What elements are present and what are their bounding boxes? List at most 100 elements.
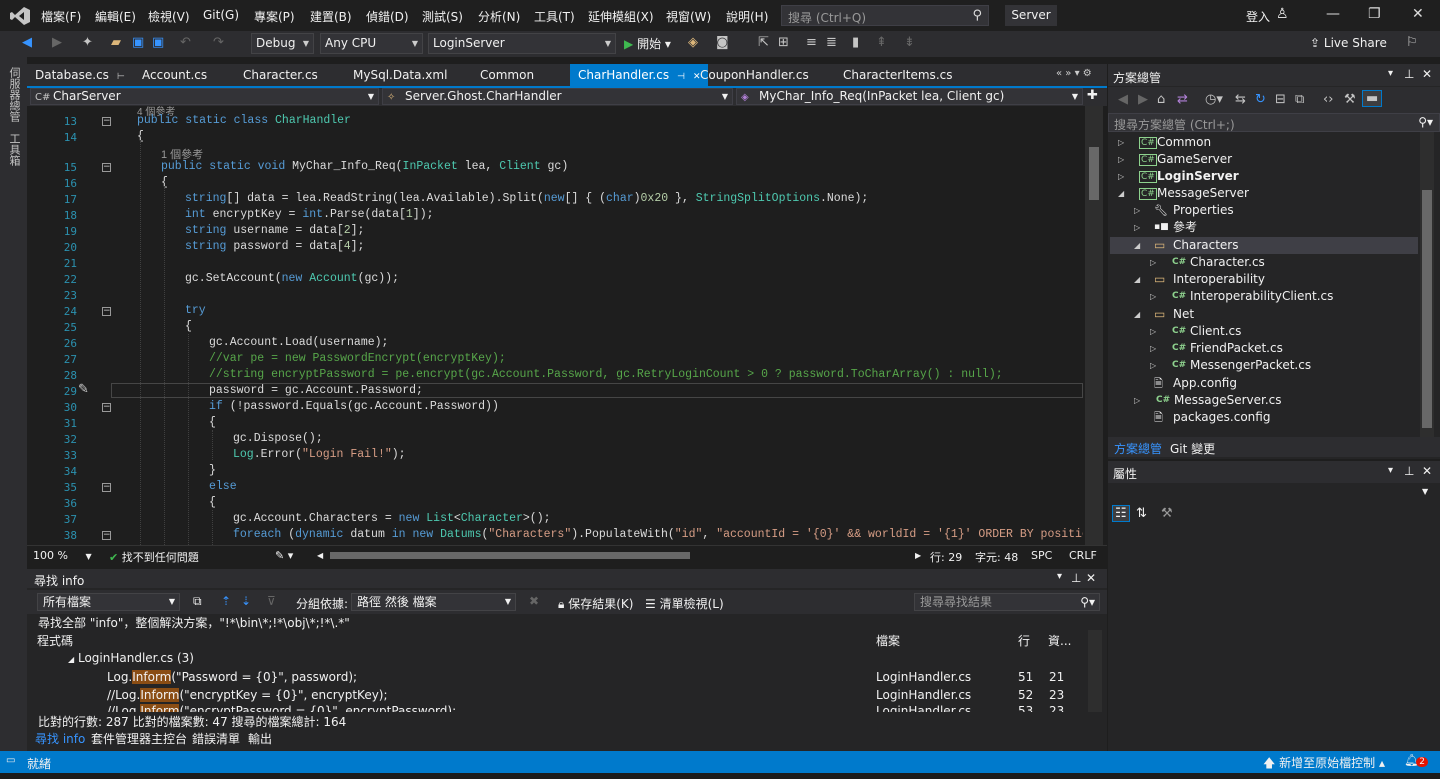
collapse-icon[interactable]: − [102,307,111,316]
pin-icon[interactable]: ⊥ [1404,464,1414,478]
menu-test[interactable]: 測試(S) [422,8,463,25]
tree-item-gameserver[interactable]: ▷ C# GameServer [1118,151,1408,168]
menu-debug[interactable]: 偵錯(D) [366,8,409,25]
member-nav-select[interactable]: ◈ MyChar_Info_Req(InPacket lea, Client gc… [736,88,1083,105]
collapse-all-icon[interactable]: ⊟ [1275,92,1286,107]
group-by-select[interactable]: 路徑 然後 檔案 ▼ [351,593,516,611]
prev-bookmark-icon[interactable]: ⇞ [876,35,887,50]
redo-icon[interactable]: ↷ [213,35,224,50]
menu-build[interactable]: 建置(B) [310,8,352,25]
tree-item-common[interactable]: ▷ C# Common [1118,134,1408,151]
alphabetical-icon[interactable]: ⇅ [1136,506,1147,521]
project-nav-select[interactable]: C# CharServer ▼ [30,88,379,105]
tree-item-net-folder[interactable]: ◢ ▭ Net [1134,306,1408,323]
live-share-button[interactable]: ⇪ Live Share [1310,36,1387,50]
restore-icon[interactable]: ❐ [1368,6,1381,22]
collapse-icon[interactable]: − [102,117,111,126]
line-ending-indicator[interactable]: CRLF [1069,549,1097,562]
tree-item-characters-folder[interactable]: ◢ ▭ Characters [1134,237,1408,254]
menu-analyze[interactable]: 分析(N) [478,8,520,25]
tree-item-references[interactable]: ▷ ▪■ 參考 [1134,219,1408,236]
tab-error-list[interactable]: 錯誤清單 [192,730,240,747]
visual-studio-logo-icon[interactable] [10,7,30,25]
collapse-icon[interactable]: − [102,531,111,540]
zoom-level[interactable]: 100 % ▼ [33,549,92,562]
uncomment-icon[interactable]: ≣ [826,35,837,50]
issues-indicator[interactable]: ✔ 找不到任何問題 [109,549,199,565]
list-view-button[interactable]: ☰ 清單檢視(L) [645,595,724,612]
property-pages-icon[interactable]: ⚒ [1161,506,1173,521]
solution-view-icon[interactable]: ⊞ [778,35,789,50]
feedback-icon[interactable]: ⚐ [1406,35,1418,50]
undo-icon[interactable]: ↶ [180,35,191,50]
result-group[interactable]: ◢ LoginHandler.cs (3) [68,651,194,665]
tree-item-properties[interactable]: ▷ 🔧︎ Properties [1134,202,1408,219]
keep-results-button[interactable]: 🔒︎ 保存結果(K) [558,595,633,612]
column-header-line[interactable]: 行 [1018,632,1030,649]
menu-git[interactable]: Git(G) [203,8,239,22]
tab-characteritems[interactable]: CharacterItems.cs [835,64,960,86]
properties-dropdown-icon[interactable]: ▼ [1422,487,1428,496]
clear-results-icon[interactable]: ✖ [529,594,539,608]
toolbox-tab[interactable]: 工具箱 [6,133,22,166]
pin-icon[interactable]: ⊥ [1071,571,1081,585]
tree-item-messageserver[interactable]: ◢ C# MessageServer [1118,185,1408,202]
show-all-files-icon[interactable]: ⧉ [1295,92,1304,107]
tree-item-client-cs[interactable]: ▷ C# Client.cs [1150,323,1408,340]
sign-in-link[interactable]: 登入 [1246,8,1270,25]
panel-options-icon[interactable]: ▾ [1057,571,1062,582]
clear-filter-icon[interactable]: ⊽ [267,594,276,608]
menu-tools[interactable]: 工具(T) [534,8,575,25]
refresh-icon[interactable]: ↻ [1255,92,1266,107]
account-icon[interactable]: ♙ [1276,6,1289,22]
solution-explorer-scroll-thumb[interactable] [1422,190,1432,428]
comment-icon[interactable]: ≡ [806,35,817,50]
bookmark-nav-icon[interactable]: ⇱ [758,35,769,50]
code-cleanup-icon[interactable]: ✎ ▾ [275,549,293,562]
add-to-source-control-button[interactable]: 🡅 新增至原始檔控制 ▴ [1263,754,1385,775]
split-editor-icon[interactable]: ✚ [1087,88,1098,103]
save-all-icon[interactable]: ▣ [152,35,164,50]
tree-item-messengerpacket-cs[interactable]: ▷ C# MessengerPacket.cs [1150,357,1408,374]
find-results-scrollbar[interactable] [1088,630,1102,712]
tab-account[interactable]: Account.cs [134,64,215,86]
close-panel-icon[interactable]: ✕ [1422,67,1432,81]
close-panel-icon[interactable]: ✕ [1422,464,1432,478]
sync-icon[interactable]: ⇆ [1235,92,1246,107]
start-button[interactable]: ▶ 開始 ▾ [624,35,671,52]
editor-scroll-thumb[interactable] [1089,147,1099,200]
collapse-icon[interactable]: − [102,403,111,412]
tree-item-app-config[interactable]: 🗎︎ App.config [1134,375,1408,392]
preview-selected-icon[interactable]: ▬ [1362,90,1383,107]
line-indicator[interactable]: 行: 29 [930,549,962,565]
editor-horizontal-scroll-thumb[interactable] [330,552,690,559]
tree-item-interoperabilityclient-cs[interactable]: ▷ C# InteroperabilityClient.cs [1150,288,1408,305]
global-search-input[interactable]: 搜尋 (Ctrl+Q) ⚲ [781,5,989,26]
scroll-right-icon[interactable]: ▶ [915,551,921,560]
notifications-button[interactable]: 🔔︎2 [1404,753,1428,767]
collapse-icon[interactable]: − [102,163,111,172]
type-nav-select[interactable]: ✧ Server.Ghost.CharHandler ▼ [382,88,733,105]
hot-reload-icon[interactable]: ◈ [688,35,698,50]
menu-view[interactable]: 檢視(V) [148,8,190,25]
menu-extensions[interactable]: 延伸模組(X) [588,8,654,25]
pending-changes-icon[interactable]: ◷▾ [1205,92,1223,107]
startup-project-select[interactable]: LoginServer ▼ [428,33,616,54]
column-header-code[interactable]: 程式碼 [37,632,73,649]
find-results-search-input[interactable]: 搜尋尋找結果 ⚲▾ [914,593,1100,611]
open-folder-icon[interactable]: ▰ [111,35,121,50]
scope-select[interactable]: 所有檔案 ▼ [37,593,180,611]
menu-help[interactable]: 說明(H) [726,8,768,25]
copy-icon[interactable]: ⧉ [193,594,202,609]
browser-link-icon[interactable]: ◙ [716,35,729,50]
configuration-select[interactable]: Debug ▼ [251,33,314,54]
tab-package-manager-console[interactable]: 套件管理器主控台 [91,730,187,747]
prev-result-icon[interactable]: ⇡ [221,594,231,608]
server-explorer-tab[interactable]: 伺服器總管 [6,67,22,122]
tree-item-messageserver-cs[interactable]: ▷ C# MessageServer.cs [1134,392,1408,409]
tab-database[interactable]: Database.cs ⊢ [27,64,133,86]
view-code-icon[interactable]: ‹› [1323,92,1333,107]
new-item-icon[interactable]: ✦ [82,35,93,50]
tab-output[interactable]: 輸出 [248,730,272,747]
pin-icon[interactable]: ⊢ [117,72,125,82]
